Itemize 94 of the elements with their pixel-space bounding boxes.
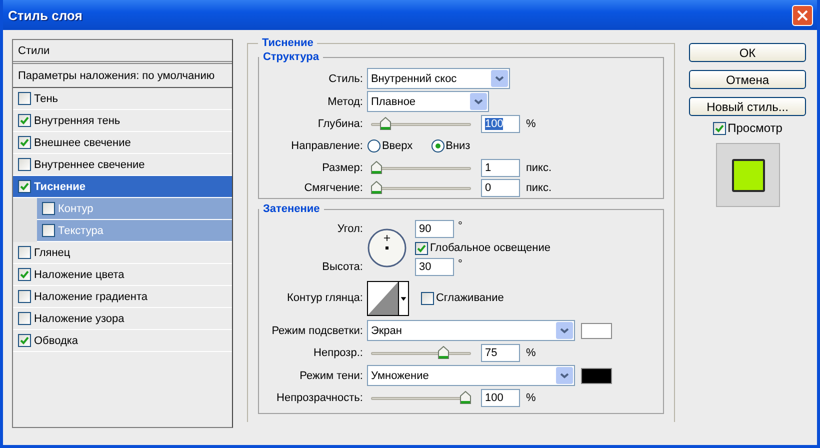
radio-option[interactable]: Вниз: [430, 139, 470, 153]
field-label: Угол:: [336, 223, 363, 235]
group-title: Структура: [262, 51, 320, 63]
unit-label: пикс.: [526, 162, 552, 174]
slider[interactable]: [370, 181, 471, 195]
close-icon: [797, 10, 808, 20]
chevron-down-icon: [556, 322, 573, 339]
field-label: Непрозр.:: [312, 347, 363, 359]
checkbox-label: Сглаживание: [436, 292, 504, 304]
color-swatch[interactable]: [580, 322, 612, 338]
dropdown[interactable]: Внутренний скос: [366, 68, 510, 89]
caret-icon: [398, 282, 408, 314]
slider[interactable]: [370, 161, 471, 175]
style-list-item[interactable]: Наложение градиента: [13, 286, 232, 308]
style-list-item[interactable]: Глянец: [13, 242, 232, 264]
number-field[interactable]: 90: [414, 220, 454, 238]
slider[interactable]: [370, 346, 471, 360]
checkbox[interactable]: [42, 224, 55, 237]
dropdown[interactable]: Умножение: [366, 365, 575, 386]
checkbox[interactable]: [18, 92, 31, 105]
radio-icon: [366, 139, 381, 153]
unit-label: %: [526, 392, 536, 404]
number-field[interactable]: 30: [414, 258, 454, 276]
checkbox[interactable]: [712, 122, 726, 134]
dialog-button[interactable]: ОК: [689, 43, 806, 62]
window-title: Стиль слоя: [8, 8, 82, 22]
checkbox[interactable]: [414, 242, 428, 254]
slider-thumb[interactable]: [370, 181, 382, 194]
group-title: Затенение: [262, 203, 321, 215]
dialog-button[interactable]: Отмена: [689, 70, 806, 89]
checkbox[interactable]: [18, 114, 31, 127]
radio-icon: [430, 139, 445, 153]
checkbox[interactable]: [18, 334, 31, 347]
slider-thumb[interactable]: [438, 346, 449, 359]
chevron-down-icon: [556, 367, 573, 384]
style-list-item[interactable]: Тень: [13, 88, 232, 110]
unit-label: %: [526, 347, 536, 359]
unit-label: %: [526, 118, 536, 130]
dialog-button[interactable]: Новый стиль...: [689, 97, 806, 116]
close-button[interactable]: [792, 4, 813, 26]
slider-thumb[interactable]: [460, 391, 471, 404]
checkbox[interactable]: [420, 292, 434, 304]
contour-picker[interactable]: [366, 280, 409, 316]
style-preview-drawing: [716, 143, 780, 207]
field-label: Режим подсветки:: [270, 324, 363, 336]
number-field[interactable]: 100: [480, 389, 520, 407]
field-label: Контур глянца:: [286, 292, 363, 304]
field-label: Режим тени:: [298, 370, 363, 382]
slider-thumb[interactable]: [380, 116, 391, 130]
number-field[interactable]: 0: [480, 179, 520, 197]
field-label: Стиль:: [328, 72, 363, 84]
field-label: Метод:: [326, 96, 363, 108]
number-field[interactable]: 75: [480, 344, 520, 362]
blending-options-item[interactable]: Параметры наложения: по умолчанию: [18, 70, 215, 82]
style-list-item[interactable]: Наложение узора: [13, 308, 232, 330]
checkbox-label: Просмотр: [728, 121, 782, 135]
radio-option[interactable]: Вверх: [366, 139, 413, 153]
checkbox[interactable]: [18, 246, 31, 259]
slider[interactable]: [370, 391, 471, 405]
slider[interactable]: [370, 116, 471, 130]
number-field[interactable]: 100: [480, 114, 520, 132]
field-label: Направление:: [290, 140, 363, 152]
unit-label: °: [458, 258, 462, 270]
contour-graph-icon: [368, 282, 398, 314]
style-list-item[interactable]: Внешнее свечение: [13, 132, 232, 154]
chevron-down-icon: [490, 70, 508, 87]
panel-header: Стили: [18, 44, 50, 56]
dropdown[interactable]: Экран: [366, 320, 575, 341]
checkbox[interactable]: [18, 158, 31, 171]
color-swatch[interactable]: [580, 368, 612, 384]
checkbox[interactable]: [42, 202, 55, 215]
style-list-item[interactable]: Внутренняя тень: [13, 110, 232, 132]
style-list-item[interactable]: Тиснение: [13, 176, 232, 198]
angle-dial[interactable]: [366, 228, 407, 268]
unit-label: °: [458, 220, 462, 232]
field-label: Непрозрачность:: [276, 392, 363, 404]
style-list-item[interactable]: Наложение цвета: [13, 264, 232, 286]
checkbox[interactable]: [18, 312, 31, 325]
group-title: Тиснение: [260, 37, 314, 49]
field-label: Высота:: [321, 261, 363, 273]
checkbox[interactable]: [18, 136, 31, 149]
checkbox[interactable]: [18, 268, 31, 281]
field-label: Размер:: [321, 162, 363, 174]
field-label: Глубина:: [316, 118, 363, 130]
chevron-down-icon: [470, 93, 487, 110]
field-label: Смягчение:: [303, 182, 363, 194]
checkbox-label: Глобальное освещение: [430, 242, 550, 254]
slider-thumb[interactable]: [370, 161, 382, 174]
checkbox[interactable]: [18, 180, 31, 193]
checkbox[interactable]: [18, 290, 31, 303]
number-field[interactable]: 1: [480, 159, 520, 177]
dropdown[interactable]: Плавное: [366, 91, 489, 112]
style-list-item[interactable]: Обводка: [13, 330, 232, 352]
unit-label: пикс.: [526, 182, 552, 194]
